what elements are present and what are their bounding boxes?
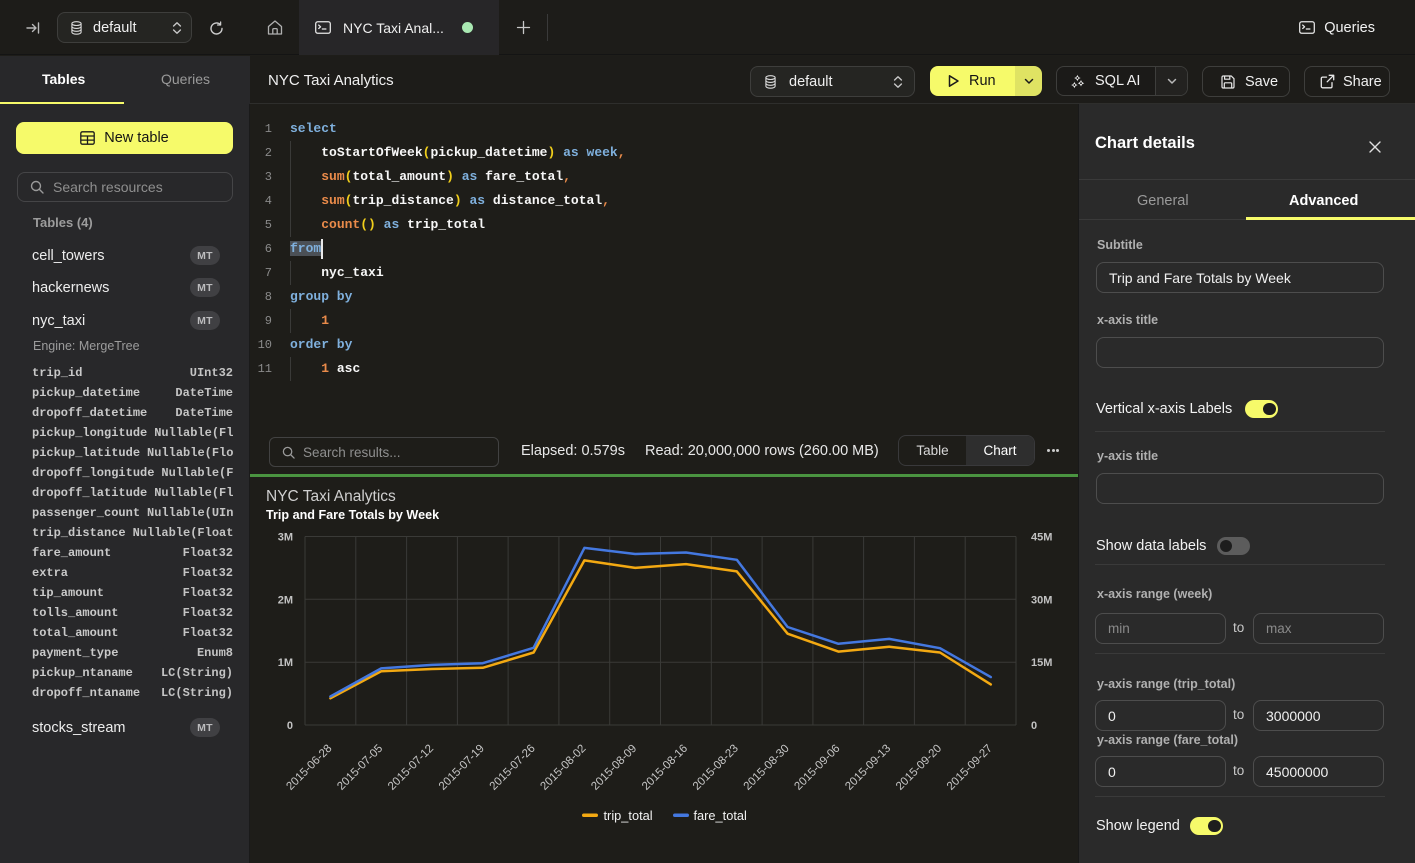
svg-text:2015-07-12: 2015-07-12 xyxy=(386,743,436,793)
svg-text:2015-08-02: 2015-08-02 xyxy=(538,743,588,793)
svg-text:2015-08-09: 2015-08-09 xyxy=(589,743,639,793)
svg-text:2015-07-19: 2015-07-19 xyxy=(437,743,487,793)
svg-text:2015-08-23: 2015-08-23 xyxy=(691,743,741,793)
svg-text:15M: 15M xyxy=(1031,657,1052,669)
svg-text:1M: 1M xyxy=(278,657,293,669)
svg-text:0: 0 xyxy=(287,720,293,732)
svg-text:2015-09-27: 2015-09-27 xyxy=(945,743,995,793)
svg-text:45M: 45M xyxy=(1031,532,1052,544)
svg-text:2015-06-28: 2015-06-28 xyxy=(284,743,334,793)
svg-text:2015-09-13: 2015-09-13 xyxy=(843,743,893,793)
svg-text:3M: 3M xyxy=(278,532,293,544)
svg-text:trip_total: trip_total xyxy=(604,808,653,823)
svg-text:2M: 2M xyxy=(278,594,293,606)
svg-text:2015-07-05: 2015-07-05 xyxy=(335,743,385,793)
svg-text:2015-09-20: 2015-09-20 xyxy=(894,743,944,793)
svg-text:0: 0 xyxy=(1031,720,1037,732)
svg-text:fare_total: fare_total xyxy=(694,808,747,823)
svg-text:2015-08-30: 2015-08-30 xyxy=(742,743,792,793)
svg-text:30M: 30M xyxy=(1031,594,1052,606)
svg-text:2015-07-26: 2015-07-26 xyxy=(488,743,538,793)
svg-text:2015-08-16: 2015-08-16 xyxy=(640,743,690,793)
svg-text:2015-09-06: 2015-09-06 xyxy=(792,743,842,793)
